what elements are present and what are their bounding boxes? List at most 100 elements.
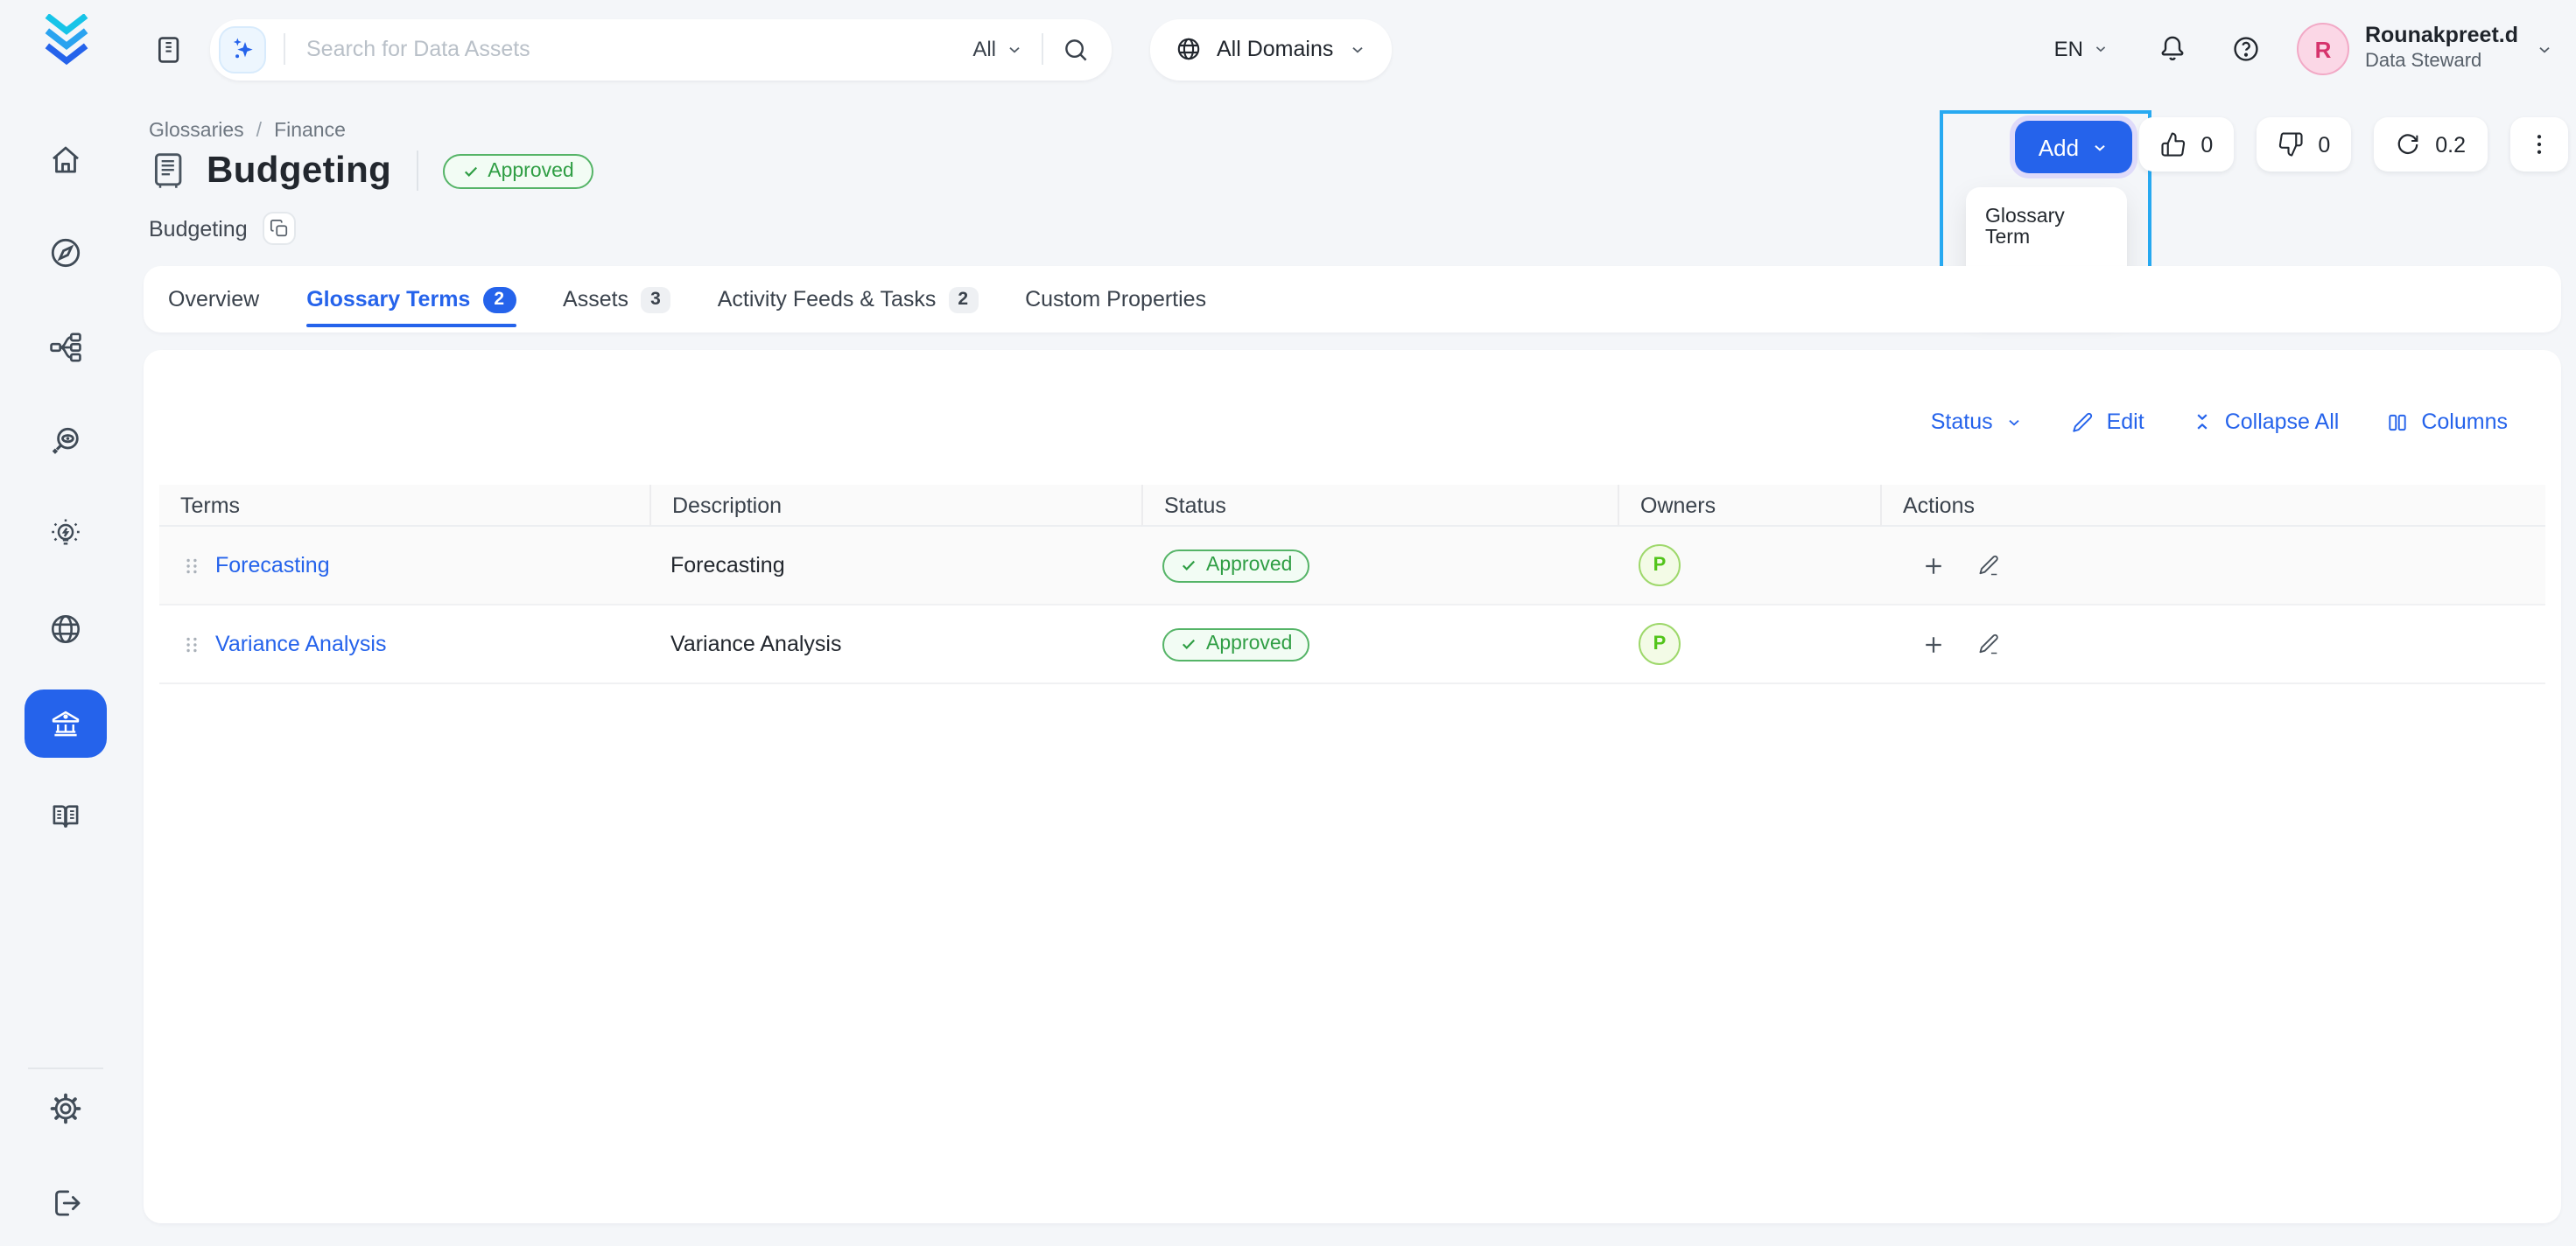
term-status-badge: Approved [1162,627,1309,661]
gear-icon [47,1089,84,1126]
column-header-owners[interactable]: Owners [1618,485,1880,527]
sidebar-item-glossary[interactable] [25,791,107,844]
copy-name-button[interactable] [263,212,297,245]
page-title-row: Budgeting Approved [147,149,593,192]
tab-count-badge: 2 [948,286,978,312]
collapse-all-button[interactable]: Collapse All [2192,410,2340,434]
more-options-button[interactable] [2509,117,2567,172]
column-header-terms[interactable]: Terms [159,485,649,527]
sidebar-item-logout[interactable] [25,1176,107,1228]
search-submit-button[interactable] [1061,34,1091,64]
term-status-label: Approved [1206,634,1292,654]
sparkle-icon [228,35,256,63]
term-description: Variance Analysis [670,632,842,656]
breadcrumb-separator: / [256,121,262,142]
menu-item-glossary-term[interactable]: Glossary Term [1966,198,2127,257]
status-filter-button[interactable]: Status [1931,410,2025,434]
thumbs-down-icon [2278,131,2304,158]
sidebar-item-lineage[interactable] [25,321,107,374]
copy-icon [270,219,290,238]
notifications-button[interactable] [2150,26,2195,72]
drag-handle-icon[interactable] [180,554,203,577]
sidebar-item-settings[interactable] [25,1082,107,1134]
table-header-row: Terms Description Status Owners Actions [159,485,2544,527]
tab-label: Overview [168,287,259,312]
version-history-icon [2395,131,2421,158]
term-link[interactable]: Variance Analysis [215,632,387,656]
breadcrumb: Glossaries / Finance [149,121,346,142]
lineage-icon [47,329,84,366]
sidebar-item-insights[interactable] [25,509,107,562]
owner-avatar[interactable]: P [1639,623,1681,665]
tab-glossary-terms[interactable]: Glossary Terms 2 [306,266,516,332]
language-select[interactable]: EN [2054,37,2109,61]
version-number: 0.2 [2435,132,2466,157]
search-scope-label: All [972,37,996,61]
add-child-term-button[interactable] [1920,552,1947,578]
table-toolbar: Status Edit Collapse All Columns [1931,410,2508,434]
edit-term-button[interactable] [1976,632,2001,656]
user-info[interactable]: Rounakpreet.d Data Steward [2365,24,2518,75]
version-button[interactable]: 0.2 [2374,117,2487,172]
upvote-button[interactable]: 0 [2139,117,2234,172]
status-badge: Approved [442,153,593,188]
app-viewport: All All Domains EN [0,0,2576,1246]
compass-icon [47,234,84,271]
table-row: Variance Analysis Variance Analysis Appr… [159,606,2544,684]
domains-filter-button[interactable]: All Domains [1150,18,1391,80]
tab-overview[interactable]: Overview [168,266,259,332]
open-book-icon [47,799,84,836]
app-logo[interactable] [43,12,88,66]
column-header-actions[interactable]: Actions [1880,485,2544,527]
page-subtitle: Budgeting [149,216,248,241]
downvote-button[interactable]: 0 [2257,117,2351,172]
add-button[interactable]: Add [2015,121,2132,173]
check-icon [1180,635,1197,653]
panel-toggle-icon [153,32,186,66]
chevron-down-icon [2005,412,2025,431]
column-header-description[interactable]: Description [649,485,1141,527]
tab-label: Assets [563,287,628,312]
tab-activity-feeds[interactable]: Activity Feeds & Tasks 2 [718,266,978,332]
search-divider [1042,33,1043,65]
add-child-term-button[interactable] [1920,631,1947,657]
sidebar-toggle-button[interactable] [147,26,193,72]
plus-icon [1920,552,1947,578]
owner-avatar[interactable]: P [1639,544,1681,586]
edit-term-button[interactable] [1976,553,2001,578]
search-scope-select[interactable]: All [972,37,1024,61]
main-area: All All Domains EN [131,0,2576,1246]
drag-handle-icon[interactable] [180,633,203,655]
column-header-status[interactable]: Status [1141,485,1618,527]
tab-label: Custom Properties [1025,287,1206,312]
sidebar-item-govern[interactable] [25,689,107,757]
term-status-badge: Approved [1162,549,1309,582]
sidebar-item-explore[interactable] [25,227,107,279]
columns-button[interactable]: Columns [2386,410,2508,434]
tab-assets[interactable]: Assets 3 [563,266,670,332]
columns-label: Columns [2421,410,2508,434]
search-input[interactable] [303,35,972,63]
ai-search-button[interactable] [219,25,266,73]
edit-button[interactable]: Edit [2072,410,2144,434]
term-link[interactable]: Forecasting [215,553,330,578]
breadcrumb-glossaries-link[interactable]: Glossaries [149,121,244,142]
sidebar-item-observability[interactable] [25,415,107,467]
tab-label: Activity Feeds & Tasks [718,287,937,312]
glossary-terms-table: Terms Description Status Owners Actions … [159,485,2544,684]
user-menu-caret[interactable] [2534,39,2553,59]
tab-label: Glossary Terms [306,287,470,312]
help-button[interactable] [2223,26,2269,72]
sidebar-item-home[interactable] [25,133,107,186]
breadcrumb-finance-link[interactable]: Finance [274,121,346,142]
bell-icon [2157,33,2188,65]
globe-icon [47,611,84,648]
user-avatar[interactable]: R [2297,23,2349,75]
user-initial: R [2315,36,2332,62]
tab-custom-properties[interactable]: Custom Properties [1025,266,1206,332]
columns-icon [2386,410,2409,433]
language-label: EN [2054,37,2083,61]
owner-initial: P [1653,634,1667,654]
check-icon [461,162,479,179]
sidebar-item-domains[interactable] [25,603,107,655]
